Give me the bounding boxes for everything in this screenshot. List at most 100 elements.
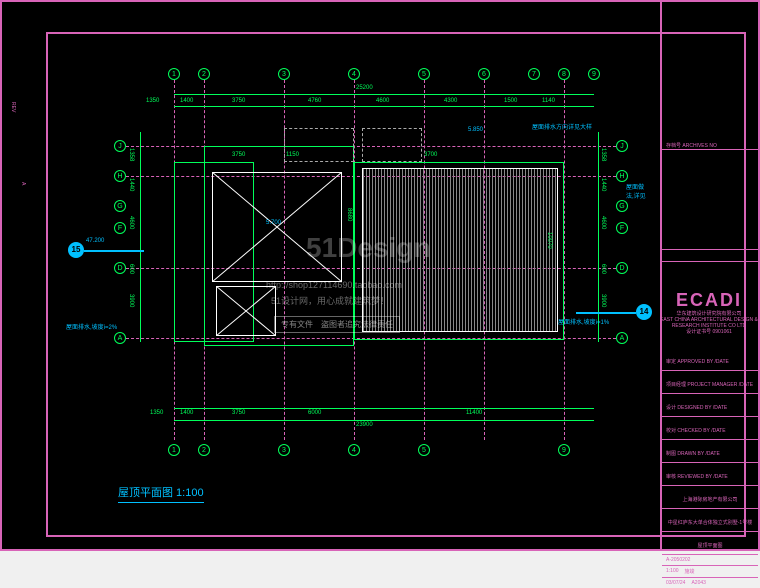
dim-b2: 3750 (232, 410, 245, 416)
tb-archive: 存档号 ARCHIVES NO (666, 143, 717, 149)
tb-drawing-name: 屋顶平面图 (697, 543, 722, 549)
dim-t3: 4760 (308, 98, 321, 104)
tb-sheet: A2043 (691, 580, 705, 586)
grid-bubble-l-A: A (114, 332, 126, 344)
tb-scale: 1:100 (666, 568, 679, 575)
dim-int-4: 3700 (424, 152, 437, 158)
tb-designer: 设计 DESIGNED BY /DATE (666, 405, 727, 411)
tb-approved: 审定 APPROVED BY /DATE (666, 359, 729, 365)
dim-int-2: 8680 (346, 208, 352, 221)
flat-roof-border (362, 168, 558, 332)
tb-project: 中星红庐东大单合体独立式别墅-1号楼 (668, 520, 752, 526)
grid-bubble-l-D: D (114, 262, 126, 274)
dim-t7: 1140 (542, 98, 555, 104)
grid-bubble-bot-3: 3 (278, 444, 290, 456)
section-bubble-15: 15 (68, 242, 84, 258)
dim-bot-chain (174, 408, 594, 409)
tb-drawn: 制图 DRAWN BY /DATE (666, 451, 720, 457)
roof-equip-2 (362, 128, 422, 162)
grid-bubble-top-2: 2 (198, 68, 210, 80)
cert-no: 设计证书号 0901061 (660, 329, 758, 335)
dim-t0: 1350 (146, 98, 159, 104)
dim-r2: 4600 (600, 216, 606, 229)
grid-bubble-r-D: D (616, 262, 628, 274)
dim-r1: 1440 (600, 178, 606, 191)
grid-bubble-top-6: 6 (478, 68, 490, 80)
grid-bubble-bot-5: 5 (418, 444, 430, 456)
grid-bubble-r-A: A (616, 332, 628, 344)
grid-bubble-bot-9: 9 (558, 444, 570, 456)
tb-reviewed: 审核 REVIEWED BY /DATE (666, 474, 728, 480)
watermark-notice: 专有文件 盗图者追究法律责任 (274, 316, 400, 333)
grid-bubble-top-4: 4 (348, 68, 360, 80)
note-3: 屋面排水,坡度i=1% (558, 317, 609, 326)
dim-b3: 6000 (308, 410, 321, 416)
grid-bubble-top-1: 1 (168, 68, 180, 80)
grid-bubble-bot-4: 4 (348, 444, 360, 456)
section-line-left (84, 250, 144, 252)
drawing-area: 1 2 3 4 5 6 7 8 9 1 2 3 4 5 9 J H G F D … (46, 32, 646, 537)
logo-text: ECADI (660, 290, 758, 311)
dim-int-1: 1150 (286, 152, 299, 158)
section-elev-left: 47.200 (86, 238, 104, 244)
dim-l1: 1440 (128, 178, 134, 191)
title-block: 存档号 ARCHIVES NO ECADI 华东建筑设计研究院有限公司 EAST… (660, 2, 758, 549)
dim-l3: 600 (128, 264, 134, 274)
dim-t6: 1500 (504, 98, 517, 104)
note-2: 屋面排水方向详见大样 (532, 122, 592, 131)
dim-left-chain (140, 132, 141, 342)
section-bubble-14: 14 (636, 304, 652, 320)
tb-stage: 施竣 (685, 568, 695, 575)
dim-r0: 1358 (600, 148, 606, 161)
grid-bubble-r-G: G (616, 200, 628, 212)
dim-bot-total: 23900 (356, 422, 373, 428)
grid-bubble-r-F: F (616, 222, 628, 234)
grid-bubble-r-J: J (616, 140, 628, 152)
dim-r4: 3900 (600, 294, 606, 307)
grid-bubble-top-3: 3 (278, 68, 290, 80)
grid-v-9 (564, 80, 565, 440)
grid-bubble-top-7: 7 (528, 68, 540, 80)
elev-1: 5.700 (266, 220, 281, 226)
grid-bubble-top-9: 9 (588, 68, 600, 80)
dim-bot-total-line (174, 420, 594, 421)
dim-right-chain (598, 132, 599, 342)
side-text-2: A (20, 182, 26, 185)
dim-t4: 4600 (376, 98, 389, 104)
company-logo-box: ECADI 华东建筑设计研究院有限公司 EAST CHINA ARCHITECT… (660, 290, 758, 342)
dim-int-0: 3750 (232, 152, 245, 158)
dim-b0: 1350 (150, 410, 163, 416)
grid-bubble-r-H: H (616, 170, 628, 182)
grid-bubble-bot-1: 1 (168, 444, 180, 456)
grid-bubble-top-8: 8 (558, 68, 570, 80)
grid-bubble-top-5: 5 (418, 68, 430, 80)
side-revision-text: REV (10, 102, 16, 112)
roof-west-ridges (212, 172, 342, 282)
dim-t2: 3750 (232, 98, 245, 104)
company-en: EAST CHINA ARCHITECTURAL DESIGN & RESEAR… (660, 317, 758, 329)
dim-l0: 1358 (128, 148, 134, 161)
tb-dwg-no: A-2050202 (666, 557, 754, 563)
dim-t1: 1400 (180, 98, 193, 104)
tb-date: 03/07/24 (666, 580, 685, 586)
tb-client: 上海港际房地产有限公司 (682, 497, 737, 503)
dim-int-3: 10070 (546, 232, 552, 249)
roof-sw-ridges (216, 286, 276, 336)
dim-l2: 4600 (128, 216, 134, 229)
dim-top-chain (174, 106, 594, 107)
grid-bubble-l-J: J (114, 140, 126, 152)
dim-top-total: 25200 (356, 85, 373, 91)
dim-top-total-line (174, 94, 594, 95)
drawing-title: 屋顶平面图 1:100 (118, 484, 204, 503)
note-1: 屋面排水,坡度i=2% (66, 322, 117, 331)
dim-b1: 1400 (180, 410, 193, 416)
section-line-right (576, 312, 636, 314)
dim-t5: 4300 (444, 98, 457, 104)
cad-frame: REV A 存档号 ARCHIVES NO ECADI 华东建筑设计研究院有限公… (0, 0, 760, 551)
grid-bubble-l-F: F (114, 222, 126, 234)
dim-l4: 3900 (128, 294, 134, 307)
tb-pm: 项目经理 PROJECT MANAGER /DATE (666, 382, 753, 388)
elev-2: 5.850 (468, 127, 483, 133)
grid-bubble-l-H: H (114, 170, 126, 182)
dim-r3: 600 (600, 264, 606, 274)
